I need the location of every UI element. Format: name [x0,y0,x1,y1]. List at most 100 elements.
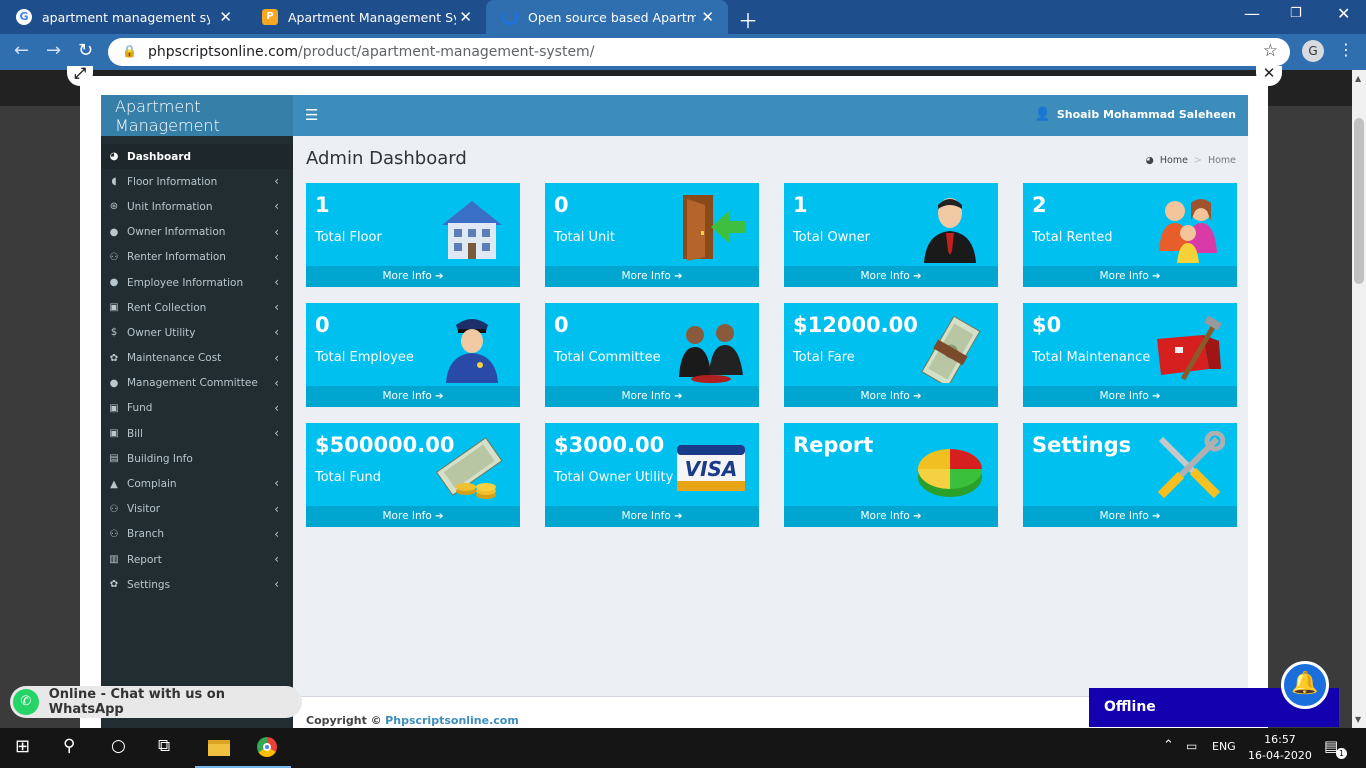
breadcrumb-current: Home [1207,155,1236,166]
sidebar-item-visitor[interactable]: ⚇ Visitor ‹ [101,497,293,522]
close-tab-icon[interactable]: ✕ [701,8,714,26]
employee-icon: ● [109,277,119,289]
chevron-left-icon: ‹ [274,375,279,390]
sidebar-item-report[interactable]: ▥ Report ‹ [101,547,293,572]
stat-box-total-maintenance: $0 Total Maintenance More Info ➔ [1023,303,1237,407]
more-info-link[interactable]: More Info ➔ [545,506,759,527]
browser-tab-2[interactable]: P Apartment Management System ✕ [246,0,486,34]
app-brand[interactable]: Apartment Management [101,95,293,136]
address-bar[interactable]: 🔒 phpscriptsonline.com/product/apartment… [108,38,1290,66]
chevron-up-icon[interactable]: ⌃ [1163,738,1174,753]
chevron-left-icon: ‹ [274,300,279,315]
more-info-link[interactable]: More Info ➔ [784,386,998,407]
sidebar-item-floor-information[interactable]: ◖ Floor Information ‹ [101,169,293,194]
more-info-link[interactable]: More Info ➔ [1023,386,1237,407]
stat-label: Total Floor [315,230,382,245]
sidebar-toggle-icon[interactable]: ☰ [305,106,318,124]
sidebar-item-branch[interactable]: ⚇ Branch ‹ [101,522,293,547]
sidebar-item-building-info[interactable]: ▤ Building Info [101,446,293,471]
sidebar-item-unit-information[interactable]: ⊛ Unit Information ‹ [101,194,293,219]
stat-value: Settings [1032,433,1132,457]
sidebar-item-complain[interactable]: ▲ Complain ‹ [101,471,293,496]
dashboard-icon: ◕ [1145,155,1154,166]
toolbox-art [1157,315,1222,381]
windows-start-icon[interactable]: ⊞ [15,736,30,757]
more-info-link[interactable]: More Info ➔ [306,506,520,527]
chrome-icon[interactable] [243,728,291,768]
system-clock[interactable]: 16:57 16-04-2020 [1248,732,1312,764]
task-view-icon[interactable]: ⧉ [158,736,170,756]
user-menu[interactable]: 👤 Shoaib Mohammad Saleheen [1035,107,1236,122]
more-info-link[interactable]: More Info ➔ [545,266,759,287]
close-window-icon[interactable]: ✕ [1337,4,1350,23]
sidebar-item-dashboard[interactable]: ◕ Dashboard [101,144,293,170]
more-info-label: More Info [860,270,910,282]
whatsapp-icon: ✆ [13,689,39,715]
more-info-link[interactable]: More Info ➔ [1023,506,1237,527]
new-tab-icon[interactable]: ＋ [738,5,758,34]
close-tab-icon[interactable]: ✕ [459,8,472,26]
more-info-link[interactable]: More Info ➔ [545,386,759,407]
more-info-link[interactable]: More Info ➔ [1023,266,1237,287]
scroll-up-icon[interactable]: ▲ [1355,74,1361,83]
sidebar-item-maintenance-cost[interactable]: ✿ Maintenance Cost ‹ [101,346,293,371]
scroll-thumb[interactable] [1354,118,1364,284]
search-icon[interactable]: ⚲ [63,736,75,756]
stat-box-total-fund: $500000.00 Total Fund More Info ➔ [306,423,520,527]
visitor-icon: ⚇ [109,503,119,515]
sidebar-item-label: Owner Utility [127,326,196,339]
owner-icon: ● [109,226,119,238]
sidebar-item-employee-information[interactable]: ● Employee Information ‹ [101,270,293,295]
page-scrollbar[interactable]: ▲ ▼ [1352,70,1366,728]
arrow-circle-right-icon: ➔ [674,271,683,282]
more-info-label: More Info [382,270,432,282]
browser-tab-3[interactable]: Open source based Apartment M ✕ [486,0,728,34]
footer-link[interactable]: Phpscriptsonline.com [385,714,519,727]
report-icon: ▥ [109,554,119,566]
forward-icon[interactable]: → [46,40,61,61]
whatsapp-chat-button[interactable]: ✆ Online - Chat with us on WhatsApp [10,686,302,718]
language-indicator[interactable]: ENG [1212,740,1236,753]
stat-label: Total Employee [315,350,414,365]
breadcrumb-home-link[interactable]: Home [1160,155,1188,166]
sidebar-item-fund[interactable]: ▣ Fund ‹ [101,396,293,421]
file-explorer-icon[interactable] [195,728,243,768]
sidebar-item-renter-information[interactable]: ⚇ Renter Information ‹ [101,245,293,270]
clock-time: 16:57 [1264,733,1296,746]
network-icon[interactable]: ▭ [1186,739,1197,753]
browser-menu-icon[interactable]: ⋮ [1338,40,1354,59]
bill-icon: ▣ [109,428,119,440]
profile-avatar[interactable]: G [1302,40,1324,62]
stat-box-total-owner-utility: $3000.00 Total Owner Utility VISA More I… [545,423,759,527]
more-info-link[interactable]: More Info ➔ [306,266,520,287]
close-tab-icon[interactable]: ✕ [219,8,232,26]
browser-tab-1[interactable]: G apartment management system | ✕ [0,0,246,34]
more-info-label: More Info [621,510,671,522]
sidebar-item-management-committee[interactable]: ● Management Committee ‹ [101,371,293,396]
more-info-link[interactable]: More Info ➔ [306,386,520,407]
stat-value: $3000.00 [554,433,665,457]
back-icon[interactable]: ← [14,40,29,61]
more-info-label: More Info [1099,510,1149,522]
stat-label: Total Owner [793,230,870,245]
notification-bell-icon[interactable]: 🔔 [1281,661,1329,709]
arrow-circle-right-icon: ➔ [913,511,922,522]
sidebar-item-owner-information[interactable]: ● Owner Information ‹ [101,220,293,245]
stat-value: Report [793,433,874,457]
sidebar-item-settings[interactable]: ✿ Settings ‹ [101,572,293,597]
stat-value: 0 [554,313,569,337]
cortana-icon[interactable]: ○ [111,736,126,756]
reload-icon[interactable]: ↻ [78,40,93,61]
minimize-icon[interactable]: — [1244,4,1260,23]
scroll-down-icon[interactable]: ▼ [1355,715,1361,724]
sidebar-item-label: Floor Information [127,175,218,188]
sidebar-item-rent-collection[interactable]: ▣ Rent Collection ‹ [101,295,293,320]
police-art [446,319,498,383]
bookmark-star-icon[interactable]: ☆ [1263,41,1278,61]
sidebar-item-owner-utility[interactable]: $ Owner Utility ‹ [101,320,293,345]
sidebar-item-bill[interactable]: ▣ Bill ‹ [101,421,293,446]
more-info-link[interactable]: More Info ➔ [784,266,998,287]
more-info-link[interactable]: More Info ➔ [784,506,998,527]
maximize-icon[interactable]: ❐ [1290,6,1302,21]
sidebar-item-label: Maintenance Cost [127,352,222,365]
